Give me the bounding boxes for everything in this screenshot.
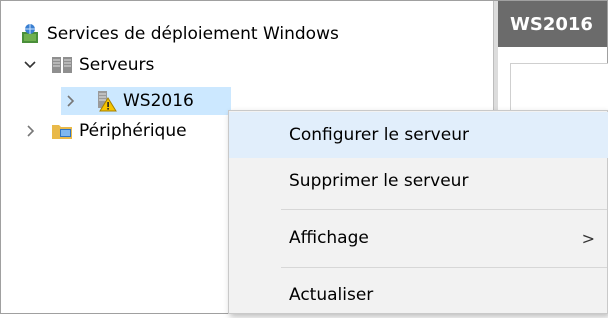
menu-item-refresh[interactable]: Actualiser xyxy=(229,272,608,318)
menu-item-label: Supprimer le serveur xyxy=(289,171,469,191)
context-menu: Configurer le serveur Supprimer le serve… xyxy=(228,110,608,314)
submenu-arrow-icon: > xyxy=(581,228,595,248)
chevron-down-icon[interactable] xyxy=(21,56,39,74)
menu-item-label: Configurer le serveur xyxy=(289,125,469,145)
tree-item-ws2016[interactable]: WS2016 xyxy=(61,87,231,115)
devices-folder-icon xyxy=(51,120,73,142)
menu-separator xyxy=(281,209,607,210)
wds-root-icon xyxy=(19,23,41,45)
menu-item-delete-server[interactable]: Supprimer le serveur xyxy=(229,158,608,204)
servers-icon xyxy=(51,54,73,76)
chevron-right-icon[interactable] xyxy=(21,122,39,140)
menu-item-label: Actualiser xyxy=(289,285,374,305)
details-header: WS2016 xyxy=(498,1,607,47)
tree-root-label: Services de déploiement Windows xyxy=(47,24,339,44)
menu-separator xyxy=(281,267,607,268)
chevron-right-icon[interactable] xyxy=(61,92,79,110)
menu-item-configure-server[interactable]: Configurer le serveur xyxy=(229,112,608,158)
tree-devices-label: Périphérique xyxy=(79,121,187,141)
tree-server-label: WS2016 xyxy=(123,91,194,111)
menu-item-label: Affichage xyxy=(289,228,369,248)
tree-item-devices[interactable]: Périphérique xyxy=(21,117,187,145)
tree-servers-label: Serveurs xyxy=(79,55,155,75)
tree-item-root[interactable]: Services de déploiement Windows xyxy=(19,20,339,48)
menu-item-view[interactable]: Affichage > xyxy=(229,215,608,261)
server-warning-icon xyxy=(95,90,117,112)
tree-item-servers[interactable]: Serveurs xyxy=(21,51,154,79)
